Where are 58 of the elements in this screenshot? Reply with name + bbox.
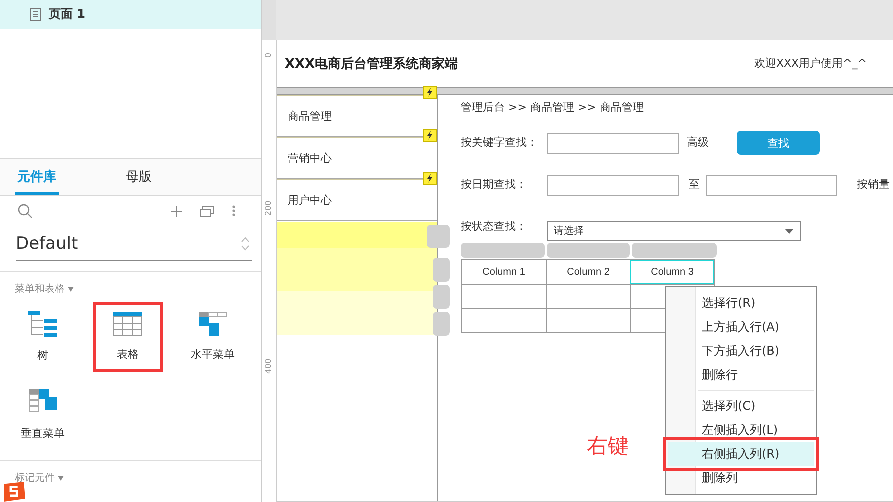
caret-icon	[785, 228, 794, 234]
menu-item[interactable]: 选择行(R)	[668, 291, 814, 315]
caret-icon	[58, 476, 64, 480]
widget-item[interactable]: 水平菜单	[178, 302, 248, 372]
status-dropdown[interactable]: 请选择	[547, 221, 801, 241]
add-icon[interactable]	[171, 206, 182, 216]
ruler-label: 400	[264, 358, 273, 374]
panel-tab[interactable]: 母版	[99, 159, 179, 195]
search-icon[interactable]	[18, 204, 33, 218]
ruler-label: 0	[264, 52, 273, 58]
lightning-icon	[423, 172, 437, 185]
field-label: 按关键字查找：	[461, 135, 538, 150]
table-header-cell[interactable]: Column 1	[462, 260, 546, 284]
keyword-field[interactable]	[547, 133, 679, 154]
table-icon	[113, 312, 143, 337]
widget-item[interactable]: 树	[8, 302, 78, 372]
ime-logo-icon[interactable]	[2, 482, 26, 502]
menu-item[interactable]: 右侧插入列(R)	[668, 442, 814, 466]
page-item[interactable]: 页面 1	[0, 0, 261, 29]
menu-item[interactable]: 删除列	[668, 466, 814, 490]
date-field[interactable]	[706, 175, 837, 196]
advanced-label: 高级	[687, 135, 709, 150]
widget-item[interactable]: 表格	[93, 302, 163, 372]
table-header-cell[interactable]: Column 3	[630, 260, 714, 284]
library-dropdown[interactable]: Default	[16, 228, 252, 261]
tree-icon	[28, 311, 58, 338]
field-label: 按日期查找：	[461, 177, 527, 192]
app-title: XXX电商后台管理系统商家端	[285, 56, 458, 72]
menu-item[interactable]: 选择列(C)	[668, 394, 814, 418]
section-title: 标记元件	[15, 472, 55, 485]
menu-item[interactable]: 下方插入行(B)	[668, 339, 814, 363]
table-header-cell[interactable]: Column 2	[546, 260, 630, 284]
handle[interactable]	[427, 225, 450, 248]
widget-item[interactable]: 垂直菜单	[8, 380, 78, 450]
handle[interactable]	[433, 312, 450, 336]
more-icon[interactable]	[232, 205, 236, 217]
field-label: 至	[689, 177, 700, 192]
caret-icon	[68, 286, 74, 292]
menu-item[interactable]: 上方插入行(A)	[668, 315, 814, 339]
section-title: 菜单和表格	[15, 282, 65, 296]
field-label: 按销量	[857, 177, 890, 192]
welcome-text: 欢迎XXX用户使用^_^	[754, 56, 867, 71]
breadcrumb: 管理后台 >> 商品管理 >> 商品管理	[461, 100, 644, 115]
menu-item[interactable]: 删除行	[668, 363, 814, 387]
field-label: 按状态查找：	[461, 219, 527, 234]
windows-icon[interactable]	[200, 206, 214, 216]
updown-icon	[241, 237, 250, 251]
annotation-label: 右键	[587, 433, 629, 460]
page-icon	[30, 8, 41, 21]
handle[interactable]	[433, 285, 450, 309]
lightning-icon	[423, 129, 437, 142]
handle[interactable]	[433, 258, 450, 282]
section-header[interactable]: 菜单和表格	[0, 271, 261, 296]
menu-item[interactable]: 左侧插入列(L)	[668, 418, 814, 442]
menu-icon	[198, 312, 228, 337]
ruler-label: 200	[264, 200, 273, 216]
date-field[interactable]	[547, 175, 679, 196]
lightning-icon	[423, 86, 437, 99]
